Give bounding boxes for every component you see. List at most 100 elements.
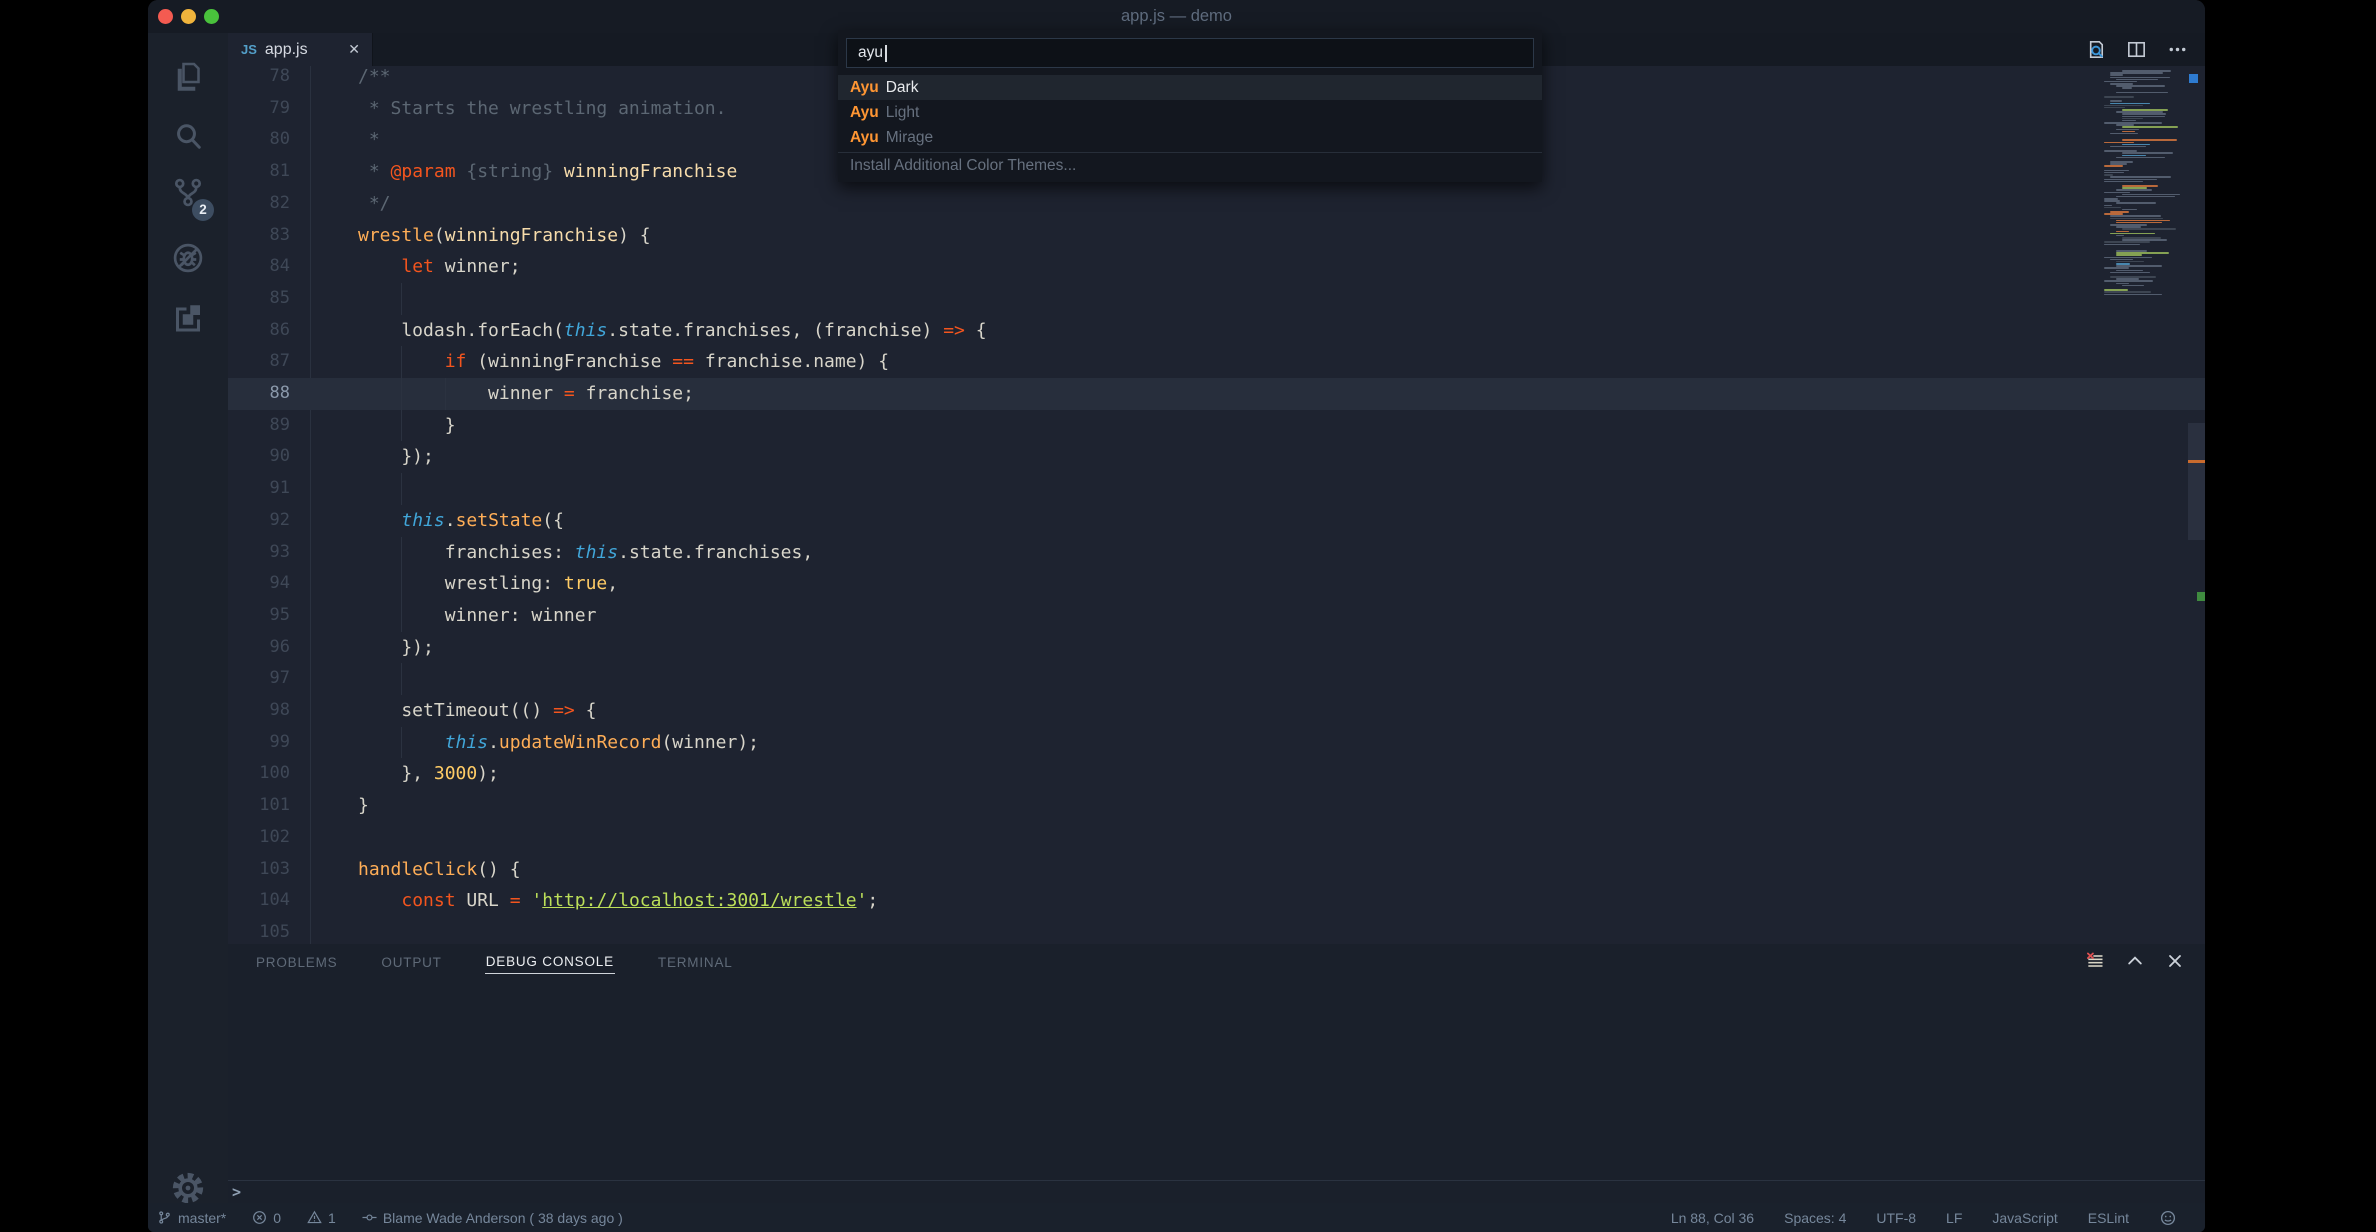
quick-pick-item-mirage[interactable]: AyuMirage bbox=[838, 125, 1542, 150]
minimap-line bbox=[2110, 215, 2161, 217]
code-line-95[interactable]: 95 winner: winner bbox=[228, 600, 2205, 632]
item-label: Mirage bbox=[886, 129, 933, 146]
match-highlight: Ayu bbox=[850, 104, 879, 121]
more-actions-icon[interactable] bbox=[2166, 38, 2189, 61]
quick-pick-item-light[interactable]: AyuLight bbox=[838, 100, 1542, 125]
panel-tab-output[interactable]: OUTPUT bbox=[380, 949, 442, 974]
code-line-105[interactable]: 105 bbox=[228, 917, 2205, 944]
panel-tab-debug-console[interactable]: DEBUG CONSOLE bbox=[485, 948, 615, 974]
tab-app-js[interactable]: JS app.js ✕ bbox=[228, 33, 373, 66]
maximize-panel-icon[interactable] bbox=[2125, 951, 2145, 971]
minimap-line bbox=[2122, 194, 2180, 196]
quick-pick-footer-item[interactable]: Install Additional Color Themes... bbox=[838, 153, 1554, 178]
sidebar-item-extensions[interactable] bbox=[148, 289, 228, 347]
minimap-line bbox=[2104, 207, 2121, 209]
code-line-103[interactable]: 103handleClick() { bbox=[228, 854, 2205, 886]
cursor-position[interactable]: Ln 88, Col 36 bbox=[1671, 1210, 1754, 1226]
code-line-100[interactable]: 100 }, 3000); bbox=[228, 758, 2205, 790]
scrollbar-slider[interactable] bbox=[2188, 423, 2205, 540]
editor-scrollbar[interactable] bbox=[2188, 66, 2205, 944]
minimap-line bbox=[2116, 220, 2170, 222]
code-line-85[interactable]: 85 bbox=[228, 283, 2205, 315]
panel-actions bbox=[2085, 951, 2205, 971]
clear-console-icon[interactable] bbox=[2085, 951, 2105, 971]
split-editor-icon[interactable] bbox=[2125, 38, 2148, 61]
panel-tab-terminal[interactable]: TERMINAL bbox=[657, 949, 734, 974]
eslint-status[interactable]: ESLint bbox=[2088, 1210, 2129, 1226]
code-line-91[interactable]: 91 bbox=[228, 473, 2205, 505]
code-line-87[interactable]: 87 if (winningFranchise == franchise.nam… bbox=[228, 346, 2205, 378]
eol-sequence[interactable]: LF bbox=[1946, 1210, 1962, 1226]
line-number: 95 bbox=[228, 600, 290, 632]
code-line-94[interactable]: 94 wrestling: true, bbox=[228, 568, 2205, 600]
code-line-92[interactable]: 92 this.setState({ bbox=[228, 505, 2205, 537]
code-line-104[interactable]: 104 const URL = 'http://localhost:3001/w… bbox=[228, 885, 2205, 917]
gitlens-blame[interactable]: Blame Wade Anderson ( 38 days ago ) bbox=[362, 1210, 623, 1226]
close-panel-icon[interactable] bbox=[2165, 951, 2185, 971]
status-item-label: 1 bbox=[328, 1210, 336, 1226]
line-number: 90 bbox=[228, 441, 290, 473]
code-line-98[interactable]: 98 setTimeout(() => { bbox=[228, 695, 2205, 727]
code-line-83[interactable]: 83wrestle(winningFranchise) { bbox=[228, 220, 2205, 252]
code-line-86[interactable]: 86 lodash.forEach(this.state.franchises,… bbox=[228, 315, 2205, 347]
minimap-line bbox=[2104, 291, 2151, 293]
sidebar-item-debug[interactable] bbox=[148, 229, 228, 287]
debug-console-input[interactable]: > bbox=[228, 1180, 2205, 1204]
minimap-line bbox=[2122, 87, 2132, 89]
minimap-line bbox=[2104, 142, 2134, 144]
language-mode[interactable]: JavaScript bbox=[1992, 1210, 2057, 1226]
status-bar-right: Ln 88, Col 36 Spaces: 4 UTF-8 LF JavaScr… bbox=[1671, 1209, 2205, 1227]
code-line-88[interactable]: 88 winner = franchise; bbox=[228, 378, 2205, 410]
text-caret bbox=[885, 45, 887, 62]
code-line-89[interactable]: 89 } bbox=[228, 410, 2205, 442]
code-line-97[interactable]: 97 bbox=[228, 663, 2205, 695]
feedback-smiley-icon[interactable] bbox=[2159, 1209, 2177, 1227]
code-text: } bbox=[358, 410, 456, 442]
problems-errors[interactable]: 0 bbox=[252, 1210, 281, 1226]
code-line-93[interactable]: 93 franchises: this.state.franchises, bbox=[228, 537, 2205, 569]
code-text: /** bbox=[358, 66, 391, 93]
indentation[interactable]: Spaces: 4 bbox=[1784, 1210, 1846, 1226]
minimap[interactable] bbox=[2100, 66, 2187, 944]
problems-warnings[interactable]: 1 bbox=[307, 1210, 336, 1226]
search-icon bbox=[170, 118, 206, 154]
warning-icon bbox=[307, 1210, 322, 1225]
minimap-line bbox=[2116, 189, 2152, 191]
code-line-82[interactable]: 82 */ bbox=[228, 188, 2205, 220]
code-line-102[interactable]: 102 bbox=[228, 822, 2205, 854]
sidebar-item-source-control[interactable]: 2 bbox=[148, 165, 228, 223]
sidebar-item-search[interactable] bbox=[148, 107, 228, 165]
javascript-file-icon: JS bbox=[241, 42, 257, 57]
minimap-line bbox=[2104, 257, 2152, 259]
panel-header: PROBLEMS OUTPUT DEBUG CONSOLE TERMINAL bbox=[228, 944, 2205, 978]
quick-pick-item-dark[interactable]: AyuDark bbox=[838, 75, 1542, 100]
minimap-line bbox=[2116, 157, 2165, 159]
open-preview-icon[interactable] bbox=[2084, 38, 2107, 61]
quick-pick-input[interactable] bbox=[847, 39, 1544, 67]
close-tab-icon[interactable]: ✕ bbox=[348, 41, 372, 58]
minimap-line bbox=[2104, 205, 2112, 207]
code-text: handleClick() { bbox=[358, 854, 521, 886]
panel-tab-problems[interactable]: PROBLEMS bbox=[255, 949, 338, 974]
code-line-99[interactable]: 99 this.updateWinRecord(winner); bbox=[228, 727, 2205, 759]
minimap-line bbox=[2122, 116, 2165, 118]
sidebar-item-explorer[interactable] bbox=[148, 47, 228, 105]
overview-git-marker bbox=[2197, 592, 2205, 601]
code-line-96[interactable]: 96 }); bbox=[228, 632, 2205, 664]
encoding[interactable]: UTF-8 bbox=[1876, 1210, 1916, 1226]
code-text: setTimeout(() => { bbox=[358, 695, 596, 727]
code-line-90[interactable]: 90 }); bbox=[228, 441, 2205, 473]
line-number: 78 bbox=[228, 66, 290, 93]
minimap-line bbox=[2110, 218, 2163, 220]
bottom-panel: PROBLEMS OUTPUT DEBUG CONSOLE TERMINAL bbox=[228, 944, 2205, 1203]
code-line-84[interactable]: 84 let winner; bbox=[228, 251, 2205, 283]
code-line-101[interactable]: 101} bbox=[228, 790, 2205, 822]
line-number: 97 bbox=[228, 663, 290, 695]
line-number: 93 bbox=[228, 537, 290, 569]
git-branch-status[interactable]: master* bbox=[157, 1210, 226, 1226]
code-editor[interactable]: 78/**79 * Starts the wrestling animation… bbox=[228, 66, 2205, 944]
minimap-line bbox=[2104, 280, 2153, 282]
minimap-line bbox=[2110, 176, 2171, 178]
code-text: this.setState({ bbox=[358, 505, 564, 537]
source-control-badge: 2 bbox=[192, 199, 214, 221]
